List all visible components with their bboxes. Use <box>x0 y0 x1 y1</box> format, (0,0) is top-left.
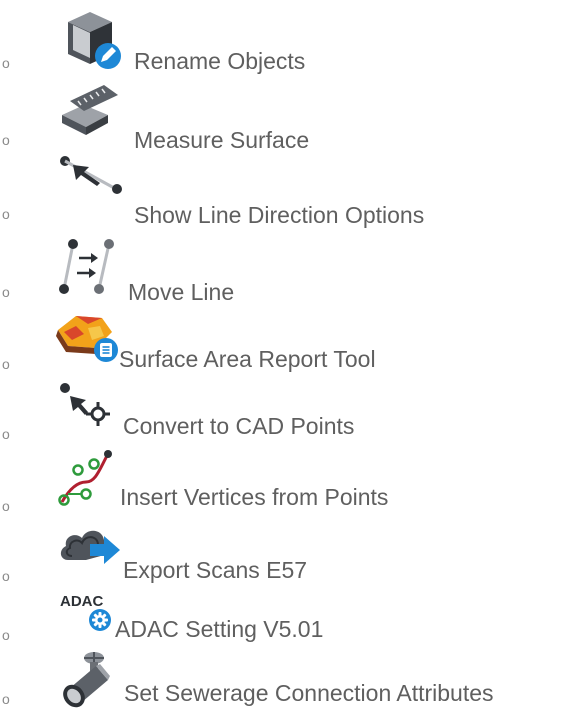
list-item-rename-objects[interactable]: o Rename Objects <box>0 0 579 75</box>
bullet-marker: o <box>2 498 10 514</box>
item-label: Convert to CAD Points <box>123 413 355 439</box>
line-direction-arrow-icon <box>60 156 122 194</box>
bullet-marker: o <box>2 284 10 300</box>
list-item-move-line[interactable]: o Move Line <box>0 232 579 306</box>
list-item-measure-surface[interactable]: o Measure Surface <box>0 75 579 153</box>
bullet-marker: o <box>2 132 10 148</box>
move-line-icon <box>59 239 114 294</box>
list-item-surface-area-report[interactable]: o Surface Area Report Tool <box>0 306 579 376</box>
bullet-marker: o <box>2 568 10 584</box>
item-label: Move Line <box>128 279 235 305</box>
ruler-surface-icon <box>62 85 118 135</box>
item-label: Rename Objects <box>134 48 306 74</box>
item-label: Export Scans E57 <box>123 557 308 583</box>
item-label: Insert Vertices from Points <box>120 484 389 510</box>
cube-pencil-icon <box>68 12 121 69</box>
item-label: Show Line Direction Options <box>134 202 425 228</box>
bullet-marker: o <box>2 206 10 222</box>
bullet-marker: o <box>2 55 10 71</box>
list-item-adac-setting[interactable]: o ADAC ADAC Setting V5.01 <box>0 586 579 648</box>
item-label: ADAC Setting V5.01 <box>115 616 324 642</box>
bullet-marker: o <box>2 426 10 442</box>
bullet-marker: o <box>2 356 10 372</box>
cloud-export-icon <box>60 530 120 564</box>
list-item-convert-cad-points[interactable]: o Convert to CAD Points <box>0 376 579 446</box>
pipe-valve-icon <box>63 652 110 708</box>
svg-text:ADAC: ADAC <box>60 593 103 610</box>
adac-gear-icon: ADAC <box>60 593 111 631</box>
convert-cad-points-icon <box>60 383 110 426</box>
bullet-marker: o <box>2 627 10 643</box>
bullet-marker: o <box>2 691 10 707</box>
item-label: Surface Area Report Tool <box>119 346 376 372</box>
surface-report-icon <box>56 316 118 362</box>
insert-vertices-icon <box>58 450 112 506</box>
list-item-show-line-direction[interactable]: o Show Line Direction Options <box>0 150 579 232</box>
list-item-export-scans[interactable]: o Export Scans E57 <box>0 516 579 586</box>
list-item-insert-vertices[interactable]: o Insert Vertices from Points <box>0 446 579 516</box>
item-label: Set Sewerage Connection Attributes <box>124 680 494 706</box>
list-item-sewerage-connection[interactable]: o Set Sewerage Connection Attributes <box>0 648 579 711</box>
